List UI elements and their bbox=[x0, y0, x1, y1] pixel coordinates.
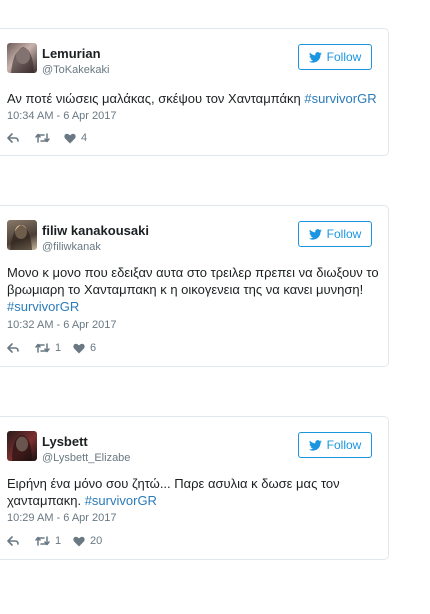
display-name[interactable]: filiw kanakousaki bbox=[42, 223, 149, 238]
retweet-icon bbox=[35, 343, 50, 353]
retweet-button[interactable]: 1 bbox=[35, 535, 73, 547]
user-handle[interactable]: @Lysbett_Elizabe bbox=[42, 452, 130, 464]
tweet-timestamp[interactable]: 10:32 AM - 6 Apr 2017 bbox=[7, 319, 116, 331]
reply-button[interactable] bbox=[7, 343, 35, 353]
retweet-count: 1 bbox=[55, 342, 62, 354]
hashtag-link[interactable]: #survivorGR bbox=[7, 299, 79, 314]
retweet-icon bbox=[35, 133, 50, 143]
tweet-text: Αν ποτέ νιώσεις μαλάκας, σκέψου τον Χαντ… bbox=[7, 90, 379, 107]
tweet-actions: 1 6 bbox=[7, 341, 96, 355]
user-handle[interactable]: @filiwkanak bbox=[42, 241, 101, 253]
like-button[interactable]: 20 bbox=[73, 535, 102, 547]
avatar[interactable] bbox=[7, 220, 37, 250]
display-name[interactable]: Lemurian bbox=[42, 46, 101, 61]
tweet-timestamp[interactable]: 10:29 AM - 6 Apr 2017 bbox=[7, 512, 116, 524]
tweet-card: Lemurian @ToKakekaki Follow Αν ποτέ νιώσ… bbox=[0, 28, 389, 156]
avatar[interactable] bbox=[7, 431, 37, 461]
tweet-body: Αν ποτέ νιώσεις μαλάκας, σκέψου τον Χαντ… bbox=[7, 91, 305, 106]
like-count: 6 bbox=[90, 342, 97, 354]
heart-icon bbox=[73, 536, 85, 546]
hashtag-link[interactable]: #survivorGR bbox=[304, 91, 376, 106]
avatar[interactable] bbox=[7, 43, 37, 73]
heart-icon bbox=[73, 343, 85, 353]
tweet-text: Ειρήνη ένα μόνο σου ζητώ... Παρε ασυλια … bbox=[7, 475, 379, 509]
retweet-button[interactable]: 1 bbox=[35, 342, 73, 354]
follow-label: Follow bbox=[326, 438, 362, 452]
user-handle[interactable]: @ToKakekaki bbox=[42, 64, 109, 76]
tweet-body: Μονο κ μονο που εδειξαν αυτα στο τρειλερ… bbox=[7, 265, 379, 297]
hashtag-link[interactable]: #survivorGR bbox=[85, 493, 157, 508]
heart-icon bbox=[64, 133, 76, 143]
reply-button[interactable] bbox=[7, 536, 35, 546]
reply-icon bbox=[7, 536, 19, 546]
follow-label: Follow bbox=[326, 50, 362, 64]
tweet-card: Lysbett @Lysbett_Elizabe Follow Ειρήνη έ… bbox=[0, 416, 389, 560]
retweet-count: 1 bbox=[55, 535, 62, 547]
tweet-text: Μονο κ μονο που εδειξαν αυτα στο τρειλερ… bbox=[7, 264, 379, 315]
reply-button[interactable] bbox=[7, 133, 35, 143]
like-button[interactable]: 4 bbox=[64, 132, 87, 144]
follow-button[interactable]: Follow bbox=[298, 221, 372, 247]
twitter-bird-icon bbox=[308, 228, 322, 240]
follow-button[interactable]: Follow bbox=[298, 44, 372, 70]
tweet-timestamp[interactable]: 10:34 AM - 6 Apr 2017 bbox=[7, 110, 116, 122]
like-count: 20 bbox=[90, 535, 103, 547]
follow-label: Follow bbox=[326, 227, 362, 241]
tweet-actions: 4 bbox=[7, 131, 87, 145]
tweet-actions: 1 20 bbox=[7, 534, 102, 548]
retweet-icon bbox=[35, 536, 50, 546]
tweet-card: filiw kanakousaki @filiwkanak Follow Μον… bbox=[0, 205, 389, 367]
display-name[interactable]: Lysbett bbox=[42, 434, 88, 449]
twitter-bird-icon bbox=[308, 439, 322, 451]
follow-button[interactable]: Follow bbox=[298, 432, 372, 458]
twitter-bird-icon bbox=[308, 51, 322, 63]
reply-icon bbox=[7, 343, 19, 353]
tweet-body: Ειρήνη ένα μόνο σου ζητώ... Παρε ασυλια … bbox=[7, 476, 340, 508]
like-button[interactable]: 6 bbox=[73, 342, 96, 354]
reply-icon bbox=[7, 133, 19, 143]
like-count: 4 bbox=[81, 132, 88, 144]
retweet-button[interactable] bbox=[35, 133, 64, 143]
